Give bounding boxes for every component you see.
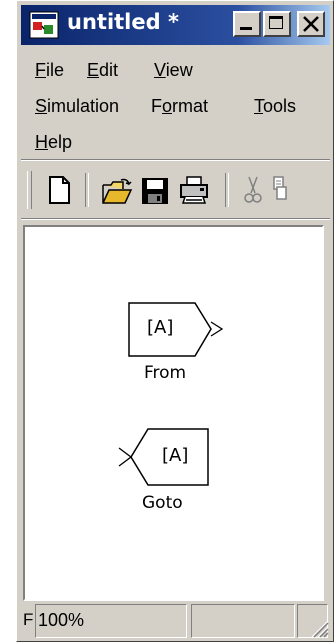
menu-help[interactable]: Help [35, 132, 72, 153]
toolbar-top-divider [21, 159, 330, 161]
resize-grip-icon[interactable] [309, 618, 329, 638]
maximize-button[interactable] [263, 11, 291, 37]
status-prefix: F [23, 610, 34, 629]
maximize-icon [269, 16, 283, 29]
status-bar: F 100% [21, 604, 330, 640]
from-block-label[interactable]: From [144, 363, 186, 383]
toolbar [21, 165, 330, 215]
goto-block[interactable]: [A] [117, 427, 217, 487]
print-icon[interactable] [178, 175, 210, 205]
window-title: untitled * [67, 10, 179, 34]
minimize-button[interactable] [233, 11, 261, 37]
status-panel [191, 604, 295, 638]
cut-icon[interactable] [244, 175, 262, 205]
close-button[interactable] [297, 11, 325, 37]
from-block-tag: [A] [147, 317, 174, 338]
menu-format[interactable]: Format [151, 96, 208, 117]
model-window: untitled * File Edit View Simulation For… [16, 0, 334, 642]
close-icon [303, 16, 319, 32]
toolbar-separator [225, 173, 229, 207]
zoom-panel: 100% [35, 604, 187, 638]
goto-block-tag: [A] [162, 445, 189, 466]
toolbar-separator [85, 173, 89, 207]
menu-tools[interactable]: Tools [254, 96, 296, 117]
toolbar-grip [27, 171, 32, 209]
menu-simulation[interactable]: Simulation [35, 96, 119, 117]
menu-bar-row-3: Help [21, 127, 326, 161]
goto-block-label[interactable]: Goto [142, 493, 183, 513]
zoom-level: 100% [38, 610, 85, 630]
copy-icon[interactable] [273, 175, 287, 205]
toolbar-bottom-divider [21, 218, 330, 220]
minimize-icon [240, 27, 252, 30]
from-block[interactable]: [A] [127, 301, 227, 359]
open-icon[interactable] [101, 177, 133, 205]
title-bar[interactable]: untitled * [21, 5, 330, 45]
menu-edit[interactable]: Edit [87, 60, 118, 81]
menu-bar-row-2: Simulation Format Tools [21, 91, 326, 125]
diagram-canvas[interactable]: [A] From [A] Goto [23, 225, 324, 601]
from-block-shape [128, 302, 224, 357]
save-icon[interactable] [141, 177, 169, 205]
menu-bar-row-1: File Edit View [21, 55, 326, 89]
simulink-model-icon[interactable] [29, 11, 59, 39]
menu-view[interactable]: View [154, 60, 193, 81]
menu-file[interactable]: File [35, 60, 64, 81]
new-model-icon[interactable] [48, 175, 72, 205]
